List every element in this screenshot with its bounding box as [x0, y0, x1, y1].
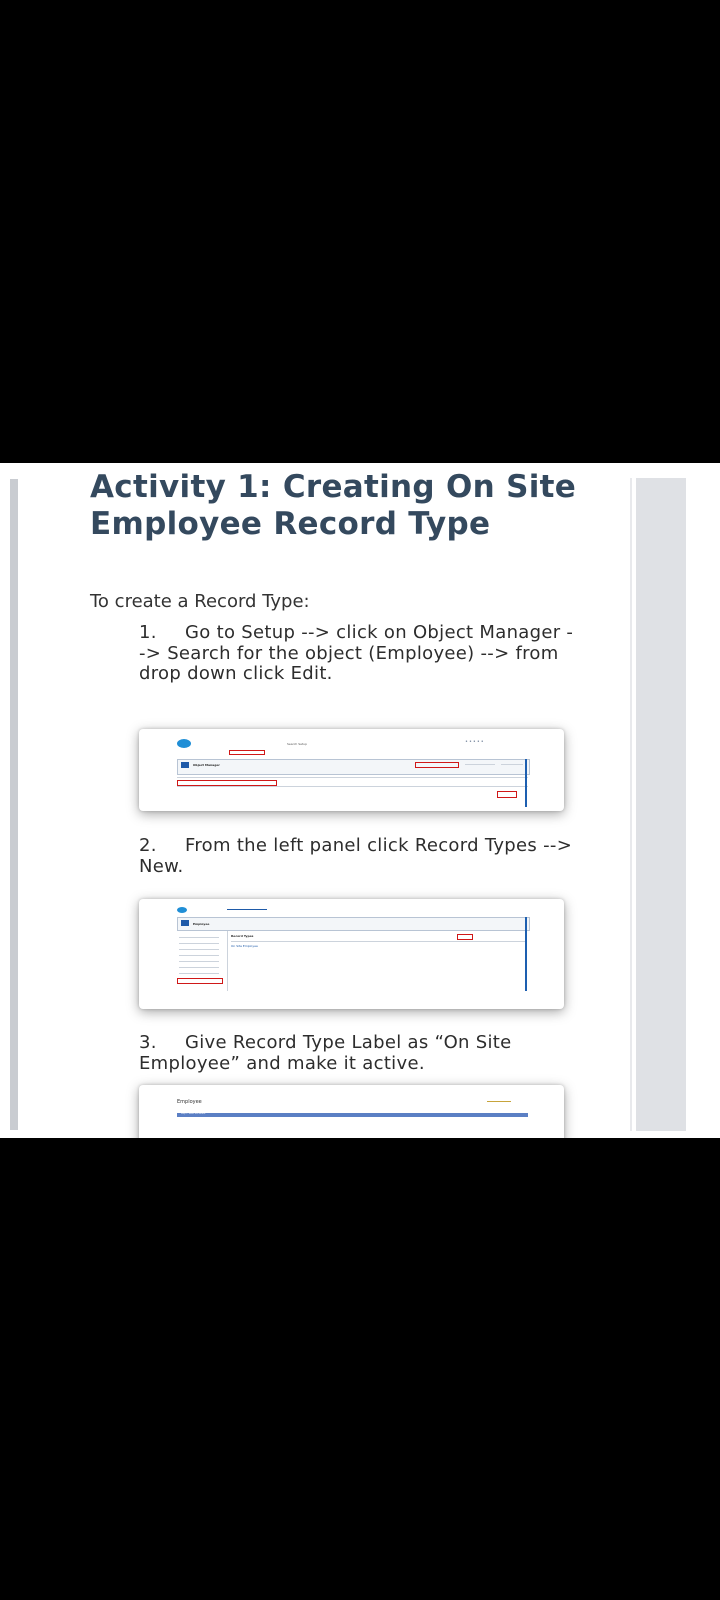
document-viewer: Activity 1: Creating On Site Employee Re… [0, 463, 720, 1138]
scrollbar [525, 759, 527, 807]
left-panel-item [179, 949, 219, 950]
left-panel-item [179, 961, 219, 962]
search-hint: Search Setup [287, 742, 307, 746]
employee-header [177, 917, 530, 931]
object-manager-header [177, 759, 530, 775]
record-types-section-title: Record Types [231, 934, 254, 938]
salesforce-logo-icon [177, 739, 191, 748]
active-tab-line [227, 909, 267, 910]
object-manager-title: Object Manager [193, 763, 220, 767]
object-manager-icon [181, 762, 189, 768]
table-row-line [177, 786, 528, 787]
intro-text: To create a Record Type: [90, 591, 310, 612]
step-1-number: 1. [139, 622, 157, 643]
highlight-record-types-item [177, 978, 223, 984]
header-icons: ••••• [465, 739, 485, 745]
table-header-line [231, 941, 525, 942]
screenshot-record-types: Employee Record Types On Site Employee [139, 899, 564, 1009]
new-record-type-object-title: Employee [177, 1099, 202, 1105]
screenshot-object-manager: Search Setup ••••• Object Manager [139, 729, 564, 811]
step-header-label: Step 1. Enter the details [181, 1113, 206, 1115]
step-1: 1. Go to Setup --> click on Object Manage… [139, 622, 579, 685]
create-button [501, 764, 523, 765]
left-panel-item [179, 973, 219, 974]
step-2-number: 2. [139, 835, 157, 856]
left-panel-item [179, 937, 219, 938]
highlight-new-button [457, 934, 473, 940]
step-1-text: Go to Setup --> click on Object Manager … [139, 622, 574, 684]
left-margin-bar [10, 479, 18, 1130]
step-2-text: From the left panel click Record Types -… [139, 835, 573, 877]
highlight-setup-tab [229, 750, 265, 755]
right-margin-line [630, 478, 632, 1131]
step-2: 2. From the left panel click Record Types… [139, 835, 579, 877]
quick-find-box [465, 764, 495, 765]
employee-title: Employee [193, 922, 210, 926]
step-3-number: 3. [139, 1032, 157, 1053]
salesforce-logo-icon [177, 907, 187, 913]
right-side-panel [636, 478, 686, 1131]
table-header-line [177, 777, 528, 778]
activity-title: Activity 1: Creating On Site Employee Re… [90, 469, 577, 542]
step-3: 3. Give Record Type Label as “On Site Emp… [139, 1032, 579, 1074]
screenshot-new-record-type: Employee Step 1. Enter the details [139, 1085, 564, 1138]
highlight-edit-option [497, 791, 517, 798]
step-header-bar [177, 1113, 528, 1117]
scrollbar [525, 917, 527, 991]
highlight-search-box [415, 762, 459, 768]
help-link [487, 1101, 511, 1102]
employee-object-icon [181, 920, 189, 926]
step-3-text: Give Record Type Label as “On Site Emplo… [139, 1032, 512, 1074]
left-panel-item [179, 943, 219, 944]
record-type-row-label: On Site Employee [231, 944, 258, 948]
left-panel-item [179, 967, 219, 968]
left-panel-divider [227, 931, 228, 991]
left-panel-item [179, 955, 219, 956]
